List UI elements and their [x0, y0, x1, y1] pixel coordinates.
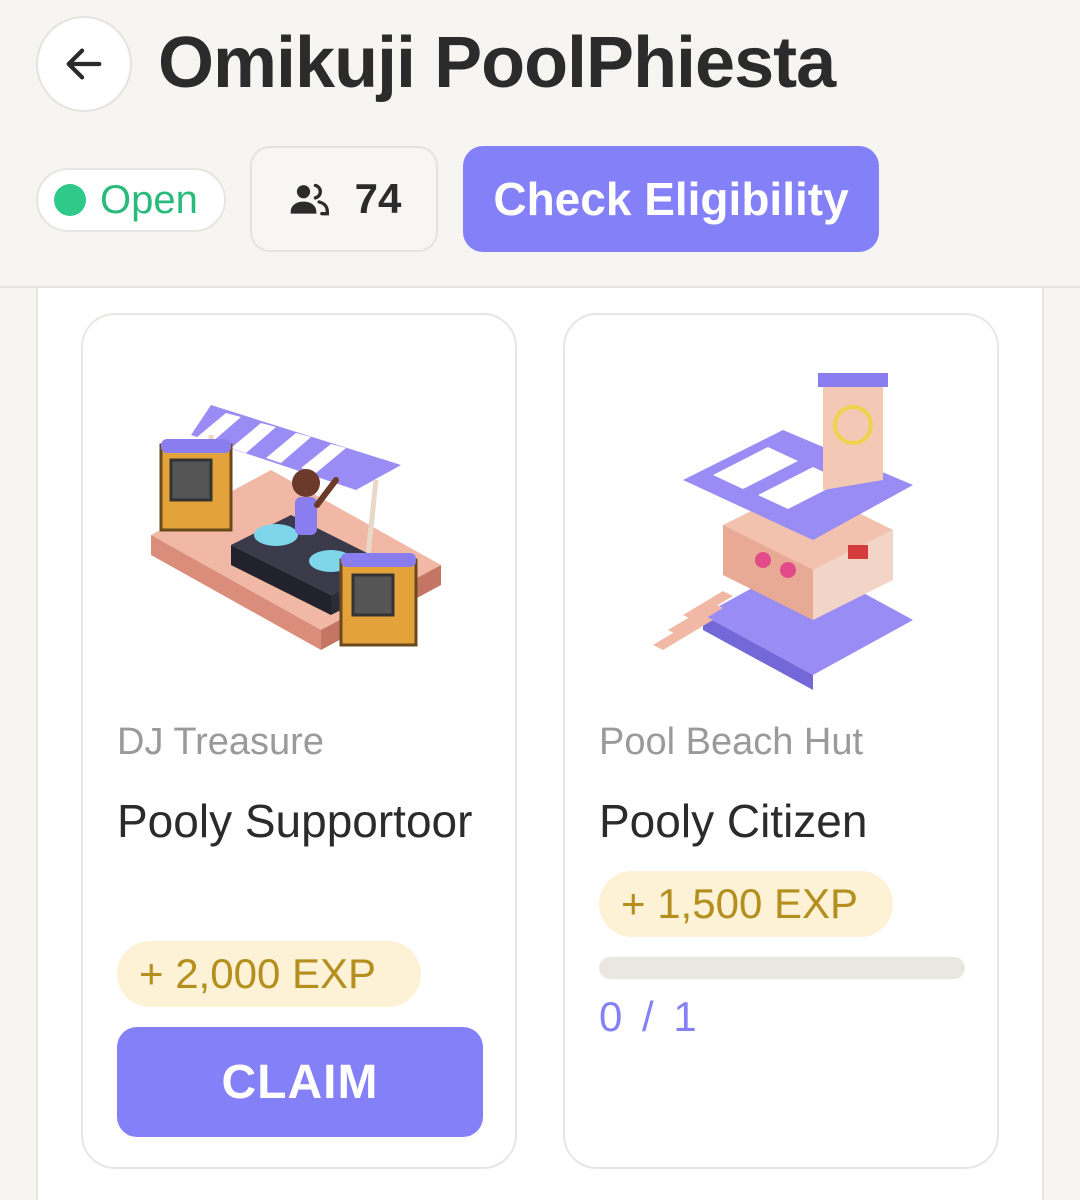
- claim-button[interactable]: CLAIM: [117, 1027, 483, 1137]
- back-button[interactable]: [36, 16, 132, 112]
- header: Omikuji PoolPhiesta Open 74 Check Eligib…: [0, 0, 1080, 288]
- pool-beach-hut-image: [653, 373, 913, 690]
- status-label: Open: [100, 177, 198, 222]
- users-icon: [290, 183, 329, 216]
- status-dot-icon: [54, 184, 86, 216]
- dj-treasure-image: [151, 405, 441, 650]
- exp-badge: + 1,500 EXP: [599, 871, 893, 937]
- card-category: Pool Beach Hut: [599, 721, 864, 763]
- participants-count: 74: [354, 175, 402, 222]
- exp-badge: + 2,000 EXP: [117, 941, 421, 1007]
- status-badge: Open: [36, 168, 226, 232]
- reward-card-dj-treasure: DJ Treasure Pooly Supportoor + 2,000 EXP…: [81, 313, 517, 1169]
- progress-label: 0 / 1: [599, 993, 701, 1040]
- reward-card-pool-beach-hut: Pool Beach Hut Pooly Citizen + 1,500 EXP…: [563, 313, 999, 1169]
- card-title: Pooly Supportoor: [117, 795, 473, 847]
- arrow-left-icon: [66, 48, 102, 80]
- progress-bar: [599, 957, 965, 979]
- check-eligibility-button[interactable]: Check Eligibility: [463, 146, 879, 252]
- page-title: Omikuji PoolPhiesta: [158, 23, 836, 103]
- participants-count-badge: 74: [250, 146, 438, 252]
- card-category: DJ Treasure: [117, 721, 324, 763]
- card-title: Pooly Citizen: [599, 795, 868, 847]
